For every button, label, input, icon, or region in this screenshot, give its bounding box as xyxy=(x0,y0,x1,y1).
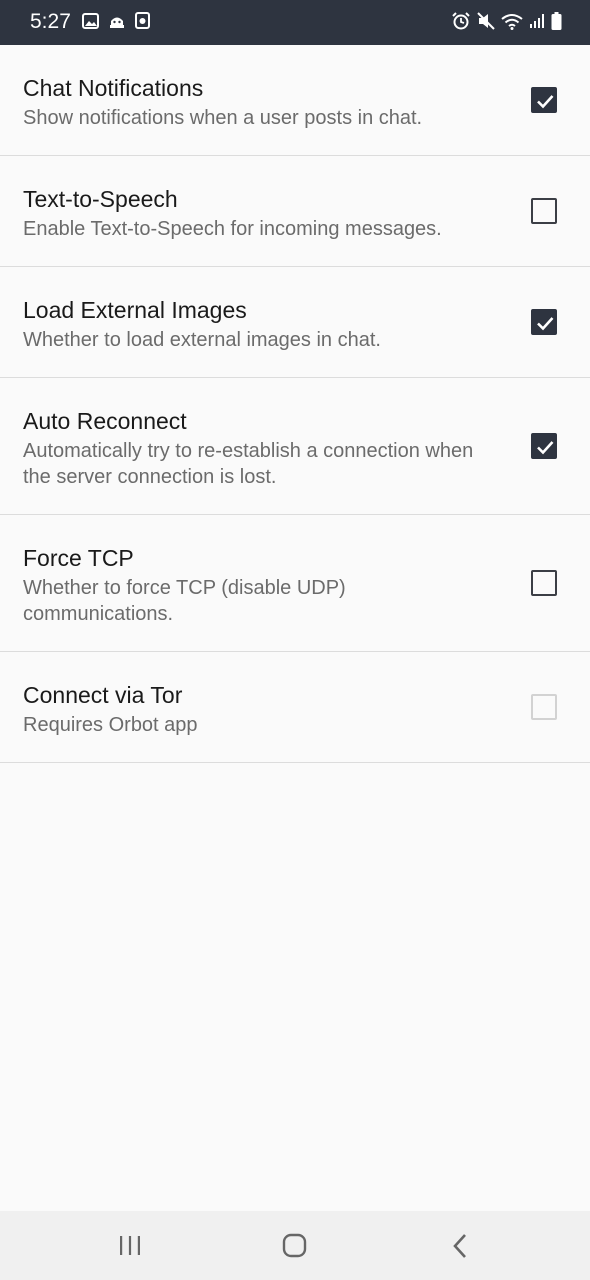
back-button[interactable] xyxy=(450,1233,470,1264)
wifi-icon xyxy=(501,13,523,30)
status-right-icons xyxy=(451,12,562,30)
camera-icon xyxy=(135,12,150,29)
back-icon xyxy=(453,1234,466,1258)
home-icon xyxy=(282,1233,307,1258)
setting-chat-notifications[interactable]: Chat Notifications Show notifications wh… xyxy=(0,45,590,156)
setting-summary: Requires Orbot app xyxy=(23,714,198,736)
check-icon xyxy=(537,441,554,455)
chat-notifications-checkbox[interactable] xyxy=(531,87,557,113)
setting-summary: Enable Text-to-Speech for incoming messa… xyxy=(23,218,442,240)
home-button[interactable] xyxy=(282,1233,308,1264)
setting-title: Auto Reconnect xyxy=(23,408,187,434)
auto-reconnect-checkbox[interactable] xyxy=(531,433,557,459)
setting-summary: Automatically try to re-establish a conn… xyxy=(23,440,474,488)
mute-icon xyxy=(477,12,495,30)
recent-apps-button[interactable] xyxy=(118,1233,142,1262)
setting-load-external-images[interactable]: Load External Images Whether to load ext… xyxy=(0,267,590,378)
setting-summary: Show notifications when a user posts in … xyxy=(23,107,423,129)
settings-list: Chat Notifications Show notifications wh… xyxy=(0,45,590,763)
check-icon xyxy=(537,95,554,109)
setting-text-to-speech[interactable]: Text-to-Speech Enable Text-to-Speech for… xyxy=(0,156,590,267)
setting-auto-reconnect[interactable]: Auto Reconnect Automatically try to re-e… xyxy=(0,378,590,515)
force-tcp-checkbox[interactable] xyxy=(531,570,557,596)
setting-title: Connect via Tor xyxy=(23,682,183,708)
setting-title: Load External Images xyxy=(23,297,247,323)
signal-icon xyxy=(529,13,545,29)
load-external-images-checkbox[interactable] xyxy=(531,309,557,335)
setting-title: Text-to-Speech xyxy=(23,186,178,212)
status-bar: 5:27 xyxy=(0,0,590,45)
alarm-icon xyxy=(451,12,471,30)
battery-icon xyxy=(551,12,562,30)
text-to-speech-checkbox[interactable] xyxy=(531,198,557,224)
image-icon xyxy=(82,12,99,29)
navigation-bar xyxy=(0,1211,590,1280)
setting-summary: Whether to force TCP (disable UDP) commu… xyxy=(23,577,346,625)
robot-icon xyxy=(109,14,125,28)
setting-title: Force TCP xyxy=(23,545,134,571)
setting-summary: Whether to load external images in chat. xyxy=(23,329,381,351)
connect-via-tor-checkbox xyxy=(531,694,557,720)
check-icon xyxy=(537,317,554,331)
status-time: 5:27 xyxy=(30,10,71,33)
setting-connect-via-tor[interactable]: Connect via Tor Requires Orbot app xyxy=(0,652,590,763)
setting-title: Chat Notifications xyxy=(23,75,204,101)
setting-force-tcp[interactable]: Force TCP Whether to force TCP (disable … xyxy=(0,515,590,652)
recent-apps-icon xyxy=(120,1236,140,1255)
status-left-icons xyxy=(82,12,150,29)
